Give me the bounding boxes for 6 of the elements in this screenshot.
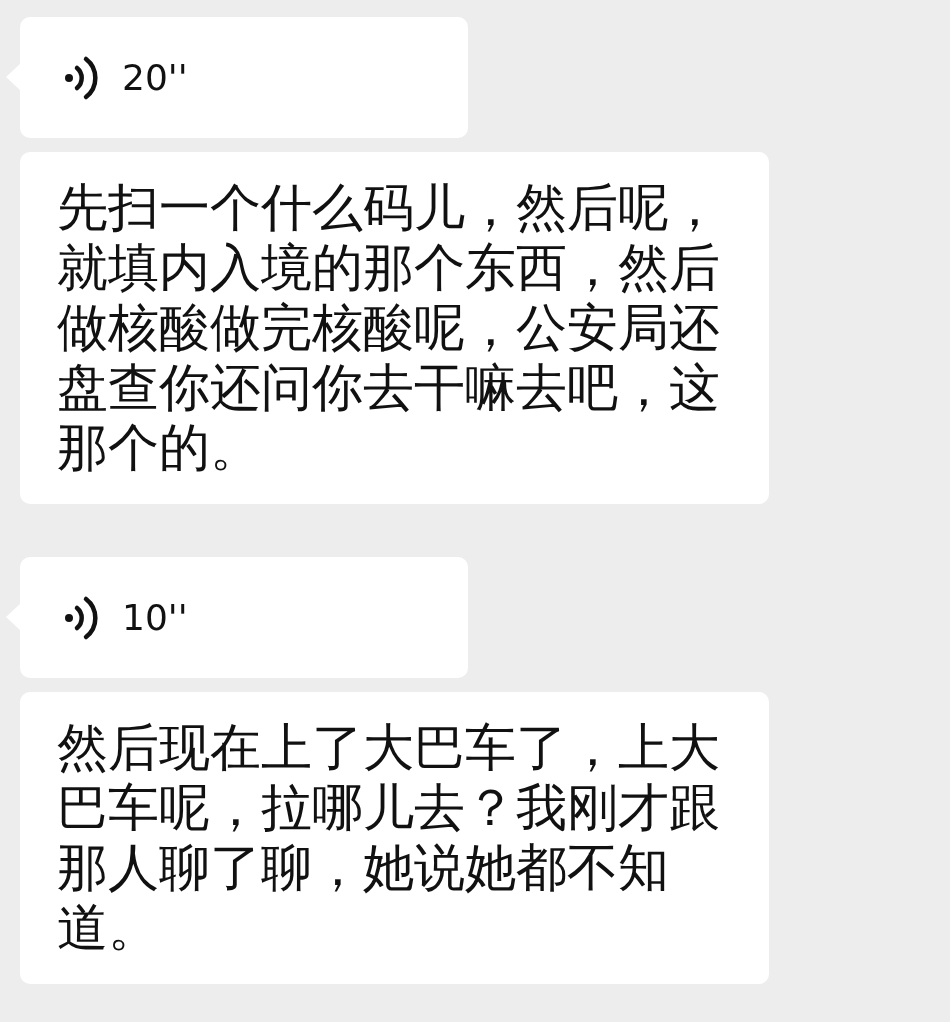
transcript-text: 然后现在上了大巴车了，上大巴车呢，拉哪儿去？我刚才跟那人聊了聊，她说她都不知道。 [57,718,721,958]
voice-icon [62,594,98,641]
voice-message[interactable]: 20'' [20,17,468,138]
transcript-text: 先扫一个什么码儿，然后呢，就填内入境的那个东西，然后做核酸做完核酸呢，公安局还盘查你还问你去干嘛去吧，这那个的。 [57,178,721,478]
voice-message[interactable]: 10'' [20,557,468,678]
voice-icon [62,54,98,101]
